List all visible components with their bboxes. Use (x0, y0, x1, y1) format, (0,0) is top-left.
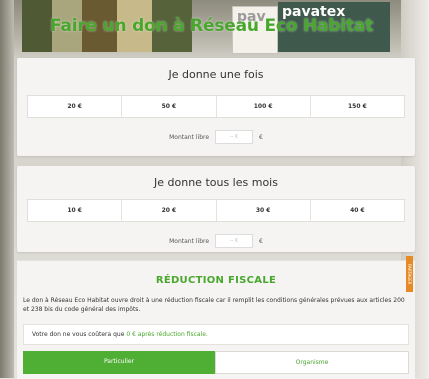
donate-once-card: Je donne une fois 20 € 50 € 100 € 150 € … (17, 58, 415, 156)
tab-particulier[interactable]: Particulier (23, 351, 215, 374)
tax-cost-prefix: Votre don ne vous coûtera que (32, 331, 125, 338)
donor-type-tabs: Particulier Organisme (23, 351, 409, 374)
amount-option[interactable]: 40 € (311, 200, 404, 221)
amount-option[interactable]: 20 € (122, 200, 217, 221)
free-amount-label: Montant libre (169, 133, 210, 141)
amount-option[interactable]: 100 € (217, 96, 311, 117)
amount-option[interactable]: 30 € (217, 200, 311, 221)
once-amounts: 20 € 50 € 100 € 150 € (27, 95, 405, 118)
amount-option[interactable]: 50 € (122, 96, 217, 117)
shelf-left (0, 0, 14, 378)
donate-once-title: Je donne une fois (168, 68, 264, 81)
amount-option[interactable]: 20 € (28, 96, 123, 117)
tax-reduction-text: Le don à Réseau Eco Habitat ouvre droit … (23, 297, 405, 313)
donate-monthly-card: Je donne tous les mois 10 € 20 € 30 € 40… (17, 166, 415, 252)
currency-label: € (259, 237, 263, 245)
once-free-amount-row: Montant libre -- € € (17, 130, 415, 144)
tax-reduction-title: RÉDUCTION FISCALE (155, 275, 277, 286)
tax-cost-box: Votre don ne vous coûtera que 0 € après … (23, 324, 409, 345)
amount-option[interactable]: 150 € (311, 96, 404, 117)
tax-cost-value: 0 € après réduction fiscale. (126, 331, 208, 338)
donate-monthly-title: Je donne tous les mois (154, 176, 278, 189)
free-amount-label: Montant libre (169, 237, 210, 245)
free-amount-input[interactable]: -- € (215, 130, 254, 144)
tab-organisme[interactable]: Organisme (215, 351, 409, 374)
page-title: Faire un don à Réseau Eco Habitat (50, 16, 373, 36)
share-side-tab[interactable]: PARTAGER (406, 256, 413, 292)
monthly-amounts: 10 € 20 € 30 € 40 € (27, 199, 405, 222)
monthly-free-amount-row: Montant libre -- € € (17, 234, 415, 248)
amount-option[interactable]: 10 € (28, 200, 123, 221)
free-amount-input[interactable]: -- € (215, 234, 254, 248)
tax-reduction-card: RÉDUCTION FISCALE Le don à Réseau Eco Ha… (17, 260, 415, 379)
currency-label: € (259, 133, 263, 141)
